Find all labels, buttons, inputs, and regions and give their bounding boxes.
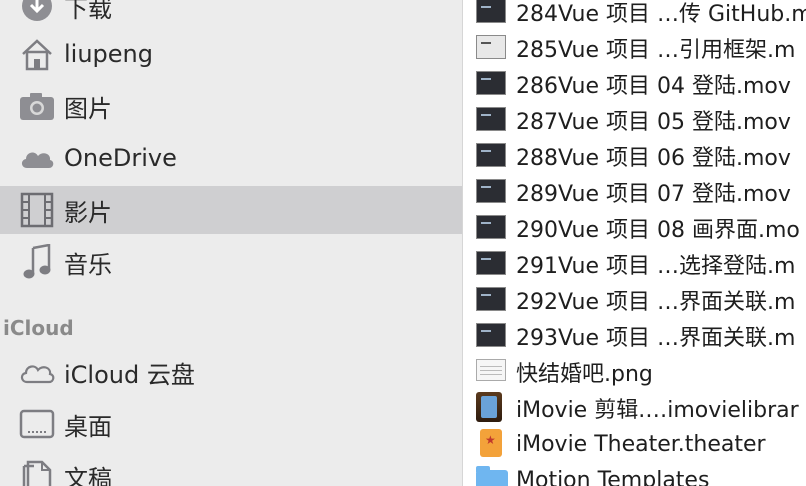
- download-icon: [18, 0, 56, 25]
- video-thumbnail-icon: [476, 71, 508, 97]
- video-thumbnail-icon: [476, 287, 508, 313]
- video-thumbnail-icon: [476, 251, 508, 277]
- image-file-icon: [476, 359, 508, 385]
- file-item[interactable]: 287Vue 项目 05 登陆.mov: [463, 102, 806, 138]
- file-list: 284Vue 项目 …传 GitHub.m 285Vue 项目 …引用框架.m …: [463, 0, 806, 486]
- sidebar-item-icloud-drive[interactable]: iCloud 云盘: [0, 348, 462, 396]
- film-icon: [18, 191, 56, 229]
- file-item[interactable]: Motion Templates: [463, 462, 806, 486]
- sidebar-item-pictures[interactable]: 图片: [0, 82, 462, 130]
- finder-sidebar: 下载 liupeng 图片 OneDrive 影片 音乐 iCloud iClo…: [0, 0, 462, 486]
- file-item[interactable]: 286Vue 项目 04 登陆.mov: [463, 66, 806, 102]
- folder-icon: [476, 466, 508, 486]
- desktop-icon: [18, 405, 56, 443]
- imovie-theater-icon: [480, 429, 512, 457]
- sidebar-item-documents[interactable]: 文稿: [0, 452, 462, 486]
- cloud-icon: [18, 353, 56, 391]
- file-name: 284Vue 项目 …传 GitHub.m: [516, 2, 806, 27]
- video-thumbnail-icon: [476, 143, 508, 169]
- file-item[interactable]: 288Vue 项目 06 登陆.mov: [463, 138, 806, 174]
- home-icon: [18, 35, 56, 73]
- sidebar-section-icloud: iCloud: [3, 316, 74, 340]
- file-name: iMovie Theater.theater: [516, 431, 766, 457]
- file-name: iMovie 剪辑.…imovielibrar: [516, 398, 799, 423]
- file-item[interactable]: 284Vue 项目 …传 GitHub.m: [463, 0, 806, 30]
- video-thumbnail-icon: [476, 0, 508, 25]
- file-name: 288Vue 项目 06 登陆.mov: [516, 146, 791, 171]
- sidebar-item-label: 桌面: [64, 412, 112, 441]
- camera-icon: [18, 87, 56, 125]
- sidebar-item-label: 图片: [64, 94, 112, 123]
- video-thumbnail-icon: [476, 179, 508, 205]
- file-item[interactable]: iMovie 剪辑.…imovielibrar: [463, 390, 806, 426]
- file-name: 291Vue 项目 …选择登陆.m: [516, 254, 796, 279]
- file-item[interactable]: 快结婚吧.png: [463, 354, 806, 390]
- cloud-icon: [18, 139, 56, 177]
- sidebar-item-label: OneDrive: [64, 144, 177, 172]
- file-name: 289Vue 项目 07 登陆.mov: [516, 182, 791, 207]
- file-item[interactable]: 289Vue 项目 07 登陆.mov: [463, 174, 806, 210]
- sidebar-item-home[interactable]: liupeng: [0, 30, 462, 78]
- video-thumbnail-icon: [476, 215, 508, 241]
- file-item[interactable]: 291Vue 项目 …选择登陆.m: [463, 246, 806, 282]
- file-name: 290Vue 项目 08 画界面.mo: [516, 218, 800, 243]
- file-name: 287Vue 项目 05 登陆.mov: [516, 110, 791, 135]
- imovie-library-icon: [476, 392, 508, 422]
- document-icon: [18, 457, 56, 486]
- video-thumbnail-icon: [476, 323, 508, 349]
- sidebar-item-downloads[interactable]: 下载: [0, 0, 462, 30]
- file-name: 293Vue 项目 …界面关联.m: [516, 326, 796, 351]
- file-item[interactable]: 290Vue 项目 08 画界面.mo: [463, 210, 806, 246]
- music-note-icon: [18, 243, 56, 281]
- file-name: 286Vue 项目 04 登陆.mov: [516, 74, 791, 99]
- file-item[interactable]: 293Vue 项目 …界面关联.m: [463, 318, 806, 354]
- sidebar-item-label: iCloud 云盘: [64, 360, 195, 389]
- file-name: 285Vue 项目 …引用框架.m: [516, 38, 796, 63]
- sidebar-item-music[interactable]: 音乐: [0, 238, 462, 286]
- sidebar-item-label: 文稿: [64, 464, 112, 486]
- file-name: 292Vue 项目 …界面关联.m: [516, 290, 796, 315]
- file-name: Motion Templates: [516, 467, 710, 486]
- video-thumbnail-icon: [476, 107, 508, 133]
- file-item[interactable]: 285Vue 项目 …引用框架.m: [463, 30, 806, 66]
- sidebar-item-desktop[interactable]: 桌面: [0, 400, 462, 448]
- sidebar-item-onedrive[interactable]: OneDrive: [0, 134, 462, 182]
- file-item[interactable]: 292Vue 项目 …界面关联.m: [463, 282, 806, 318]
- sidebar-item-label: 下载: [64, 0, 112, 23]
- sidebar-item-movies[interactable]: 影片: [0, 186, 462, 234]
- video-thumbnail-icon: [476, 35, 508, 61]
- sidebar-item-label: liupeng: [64, 40, 153, 68]
- file-item[interactable]: iMovie Theater.theater: [463, 426, 806, 462]
- sidebar-item-label: 影片: [64, 198, 112, 227]
- file-name: 快结婚吧.png: [516, 362, 653, 387]
- sidebar-item-label: 音乐: [64, 250, 112, 279]
